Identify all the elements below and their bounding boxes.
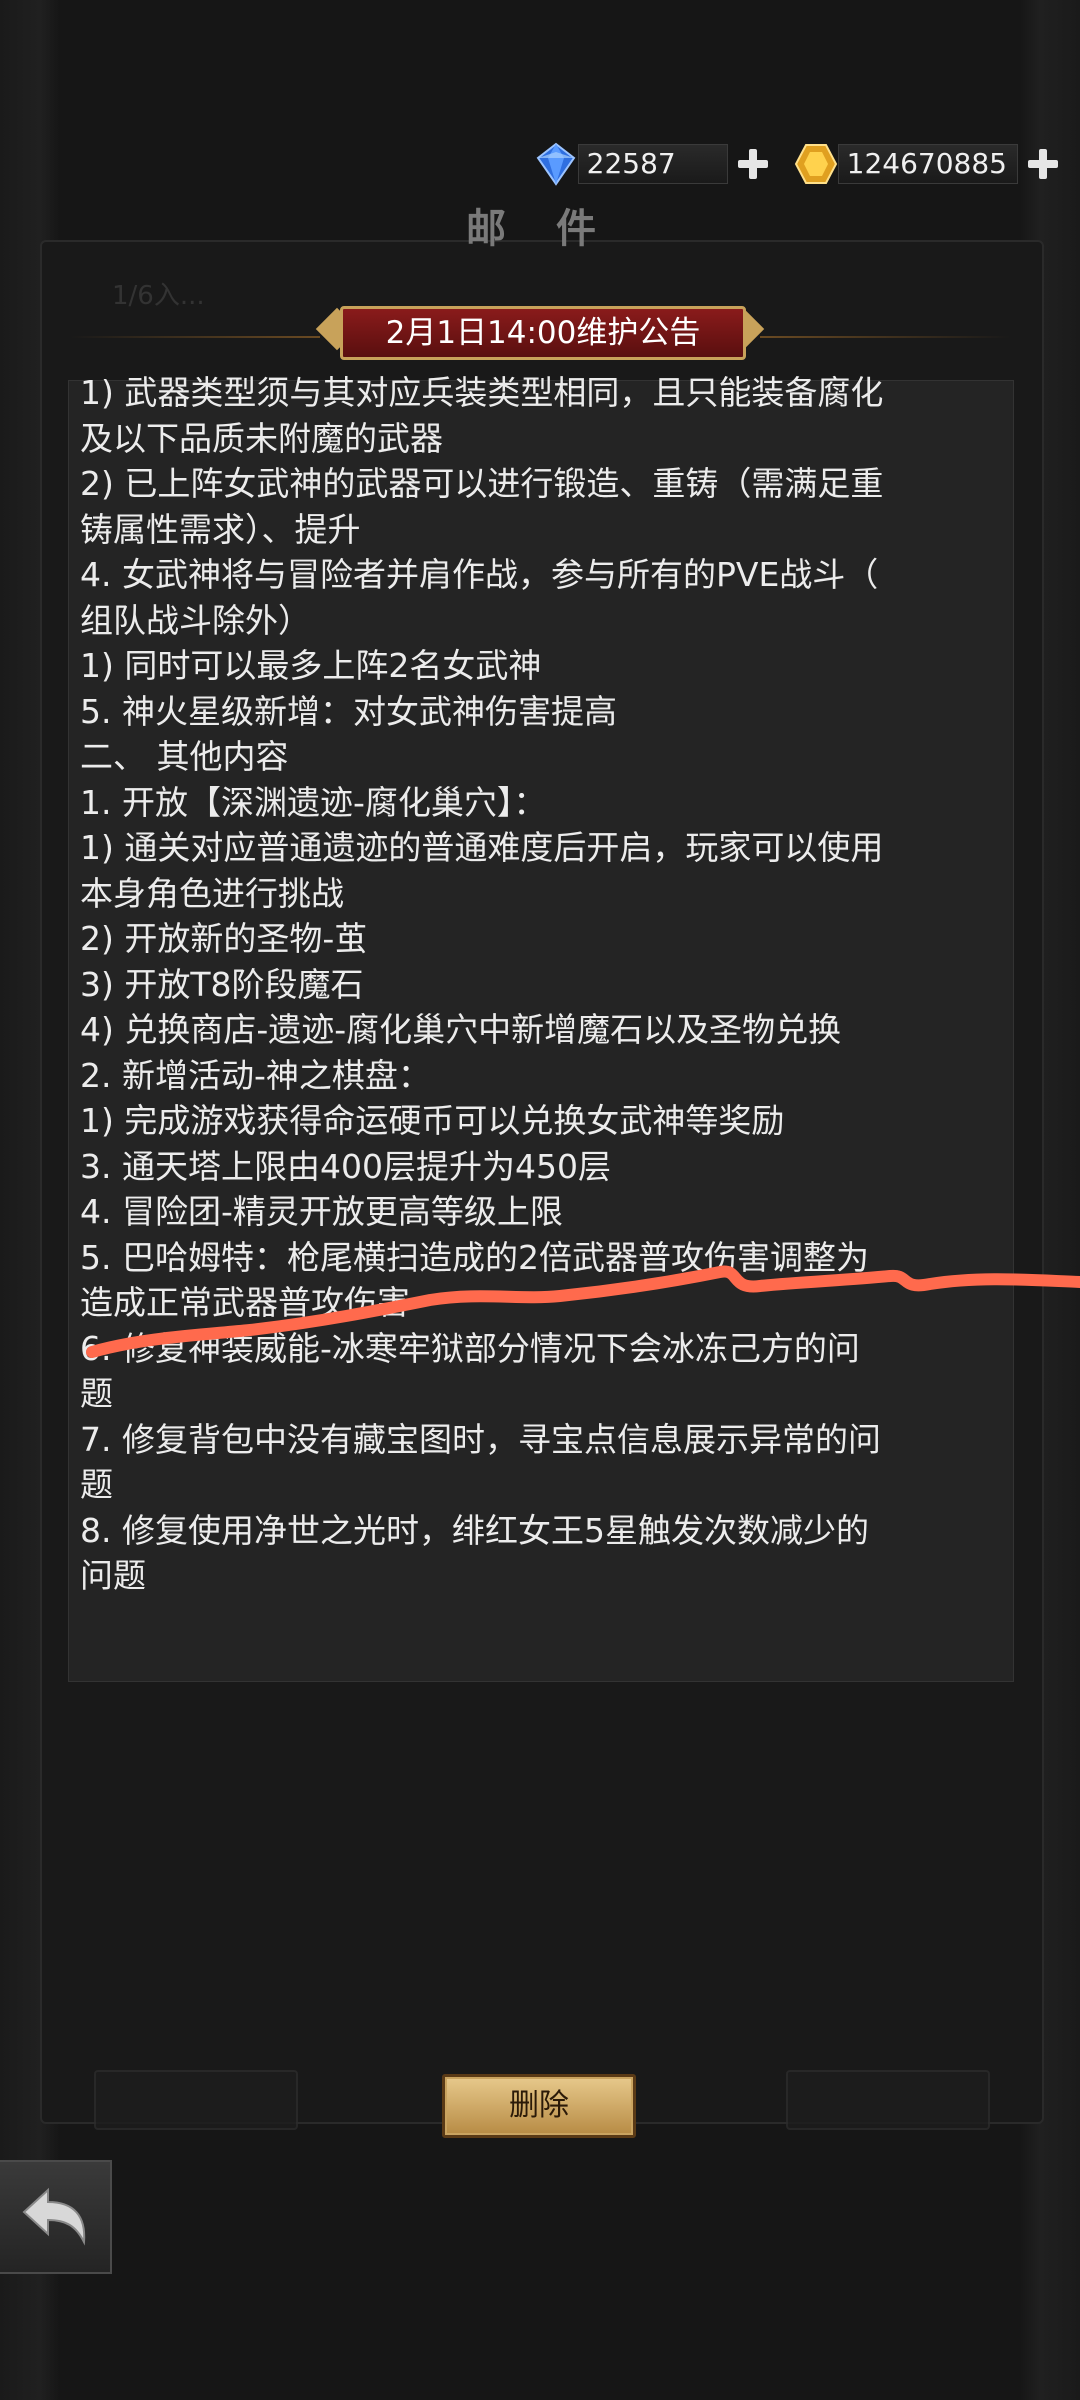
mail-line: 1) 同时可以最多上阵2名女武神 — [80, 646, 542, 685]
add-gold-plus-icon[interactable] — [1026, 147, 1060, 181]
page-title: 邮 件 — [466, 206, 614, 252]
diamond-currency: 22587 — [534, 142, 770, 186]
mail-line: 1) 通关对应普通遗迹的普通难度后开启，玩家可以使用 — [80, 828, 884, 867]
mail-title-ribbon: 2月1日14:00维护公告 — [70, 300, 1010, 360]
mail-body: 1) 武器类型须与其对应兵装类型相同，且只能装备腐化 及以下品质未附魔的武器 2) … — [80, 370, 1000, 1599]
mail-line: 造成正常武器普攻伤害 — [80, 1283, 410, 1322]
mail-line: 3) 开放T8阶段魔石 — [80, 964, 364, 1004]
ribbon-decor-right — [760, 336, 1010, 338]
back-arrow-icon — [22, 2187, 86, 2246]
mail-line: 2) 开放新的圣物-茧 — [80, 919, 368, 958]
gold-gem-icon — [794, 142, 838, 186]
mail-line: 8. 修复使用净世之光时，绯红女王5星触发次数减少的 — [80, 1510, 869, 1550]
blue-diamond-icon — [534, 142, 578, 186]
mail-line: 1) 完成游戏获得命运硬币可以兑换女武神等奖励 — [80, 1101, 785, 1140]
mail-line: 3. 通天塔上限由400层提升为450层 — [80, 1146, 611, 1186]
currency-bar: 22587 124670885 — [510, 140, 1060, 188]
faded-subtitle: 1/6入... — [112, 281, 205, 311]
mail-line: 5. 巴哈姆特：枪尾横扫造成的2倍武器普攻伤害调整为 — [80, 1237, 869, 1277]
mail-line: 铸属性需求）、提升 — [80, 509, 361, 549]
mail-line: 题 — [80, 1465, 113, 1504]
mail-line: 1. 开放【深渊遗迹-腐化巢穴】： — [80, 782, 547, 822]
mail-line: 4) 兑换商店-遗迹-腐化巢穴中新增魔石以及圣物兑换 — [80, 1010, 842, 1049]
mail-line: 4. 冒险团-精灵开放更高等级上限 — [80, 1192, 563, 1231]
faded-button-right — [786, 2070, 990, 2130]
mail-line: 1) 武器类型须与其对应兵装类型相同，且只能装备腐化 — [80, 373, 884, 412]
mail-line: 问题 — [80, 1556, 146, 1595]
mail-line: 本身角色进行挑战 — [80, 873, 344, 913]
mail-line: 7. 修复背包中没有藏宝图时，寻宝点信息展示异常的问 — [80, 1419, 881, 1459]
delete-button[interactable]: 删除 — [442, 2074, 636, 2138]
mail-line: 题 — [80, 1374, 113, 1413]
ribbon-decor-left — [70, 336, 320, 338]
add-diamond-plus-icon[interactable] — [736, 147, 770, 181]
mail-line: 2. 新增活动-神之棋盘： — [80, 1055, 431, 1095]
mail-line: 4. 女武神将与冒险者并肩作战，参与所有的PVE战斗（ — [80, 555, 879, 594]
mail-line: 6. 修复神装威能-冰寒牢狱部分情况下会冰冻己方的问 — [80, 1328, 860, 1368]
mail-line: 组队战斗除外） — [80, 600, 311, 640]
diamond-value: 22587 — [577, 144, 728, 184]
mail-line: 二、 其他内容 — [80, 737, 289, 776]
mail-title: 2月1日14:00维护公告 — [340, 306, 746, 360]
mail-line: 及以下品质未附魔的武器 — [80, 418, 443, 458]
gold-value: 124670885 — [837, 144, 1018, 184]
back-button[interactable] — [0, 2160, 112, 2274]
gold-currency: 124670885 — [794, 142, 1060, 186]
faded-button-left — [94, 2070, 298, 2130]
mail-line: 5. 神火星级新增：对女武神伤害提高 — [80, 691, 617, 731]
mail-line: 2) 已上阵女武神的武器可以进行锻造、重铸（需满足重 — [80, 464, 884, 503]
